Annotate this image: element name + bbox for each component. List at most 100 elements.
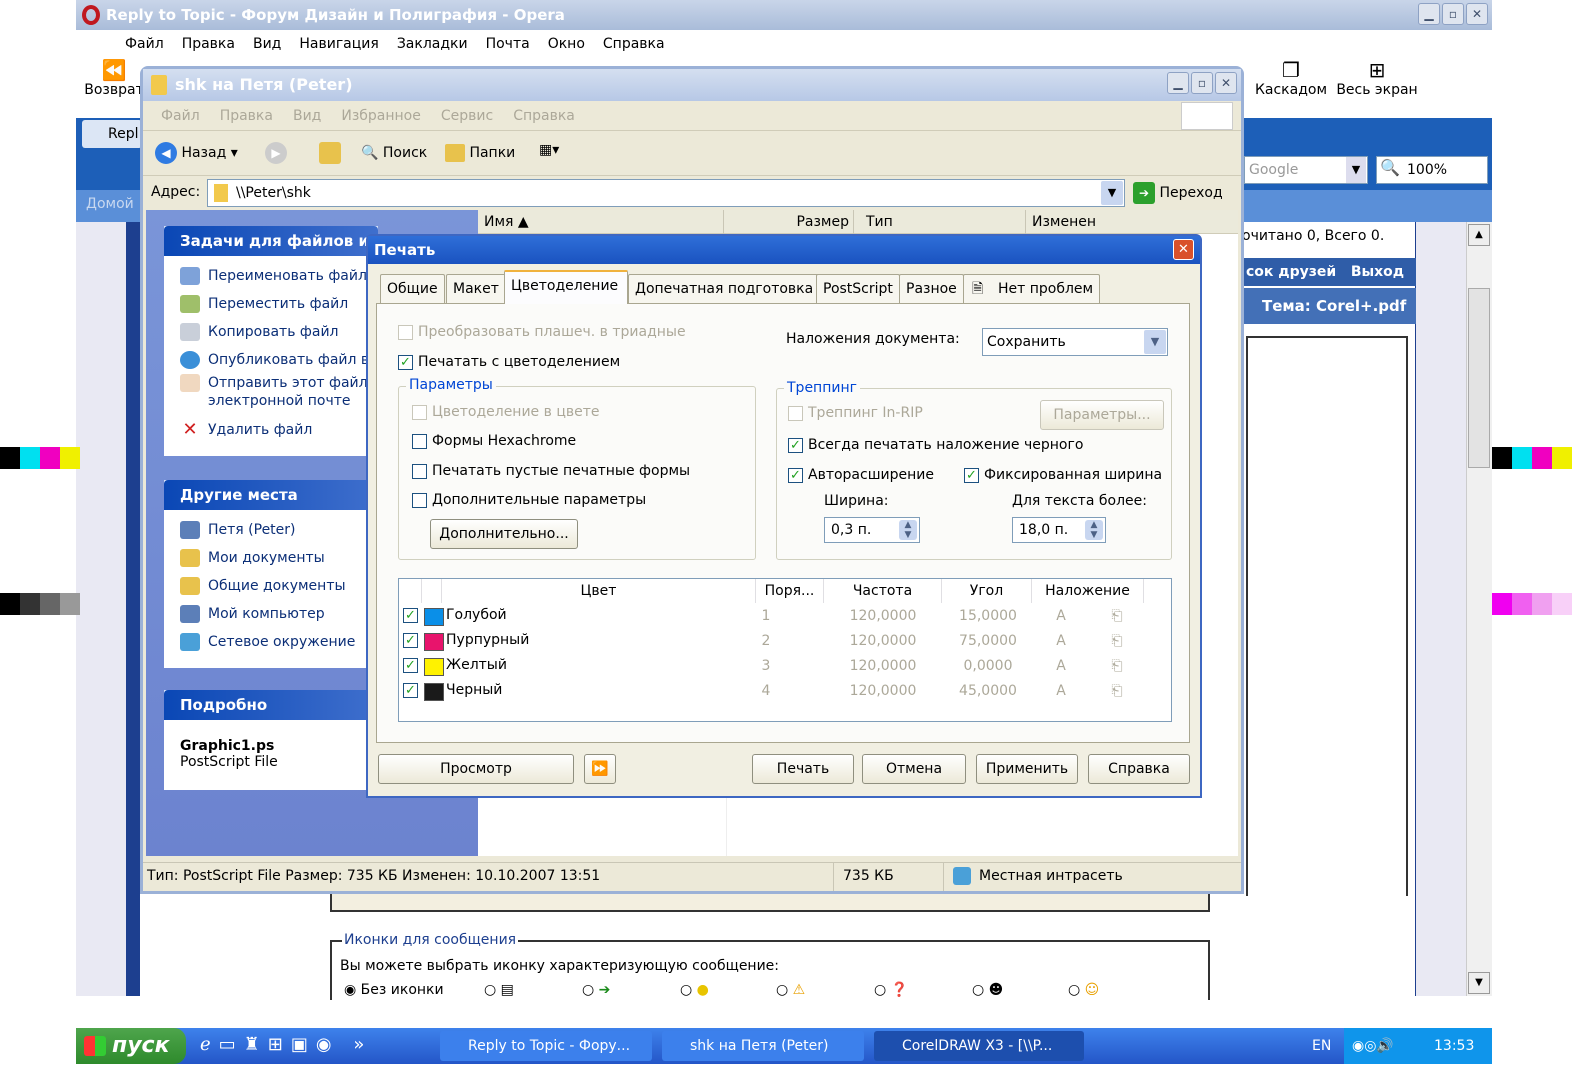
menu-view[interactable]: Вид <box>244 36 290 52</box>
exit-link[interactable]: Выход <box>1351 264 1404 280</box>
color-row-checkbox[interactable]: ✓ <box>403 608 418 623</box>
col-name[interactable]: Имя ▲ <box>484 210 724 234</box>
print-button[interactable]: Печать <box>752 754 854 784</box>
place-my-computer[interactable]: Мой компьютер <box>180 600 378 628</box>
overprint-graphics-icon[interactable]: ⎗ <box>1104 608 1130 624</box>
close-icon[interactable]: ✕ <box>1215 72 1237 94</box>
menu-help[interactable]: Справка <box>594 36 674 52</box>
explorer-menu-file[interactable]: Файл <box>151 108 210 124</box>
advanced-params-checkbox[interactable] <box>412 493 427 508</box>
menu-bookmarks[interactable]: Закладки <box>388 36 477 52</box>
place-shared-documents[interactable]: Общие документы <box>180 572 378 600</box>
cancel-button[interactable]: Отмена <box>862 754 966 784</box>
col-angle[interactable]: Угол <box>942 579 1032 603</box>
advanced-button[interactable]: Дополнительно... <box>430 519 578 549</box>
fixed-width-checkbox[interactable]: ✓ <box>964 468 979 483</box>
views-button[interactable]: ▦▾ <box>539 142 559 158</box>
scroll-up-icon[interactable]: ▲ <box>1468 224 1490 246</box>
col-color[interactable]: Цвет <box>442 579 756 603</box>
explorer-menu-help[interactable]: Справка <box>503 108 585 124</box>
close-icon[interactable]: ✕ <box>1466 3 1488 25</box>
overprint-graphics-icon[interactable]: ⎗ <box>1104 683 1130 699</box>
color-row-checkbox[interactable]: ✓ <box>403 633 418 648</box>
tab-general[interactable]: Общие <box>380 274 445 304</box>
address-input[interactable]: \\Peter\shk <box>207 179 1125 207</box>
delete-file-link[interactable]: ✕ Удалить файл <box>180 416 378 444</box>
color-row-checkbox[interactable]: ✓ <box>403 683 418 698</box>
icon-option-bulb[interactable]: ○ ● <box>680 982 709 998</box>
icon-option-smile[interactable]: ○ ☺ <box>1068 982 1099 998</box>
color-row-checkbox[interactable]: ✓ <box>403 658 418 673</box>
scroll-thumb[interactable] <box>1468 288 1490 468</box>
menu-file[interactable]: Файл <box>116 36 173 52</box>
forward-arrow-icon[interactable]: ▶ <box>265 142 287 164</box>
color-row[interactable]: ✓ Пурпурный 2 120,0000 75,0000 A ⎗ <box>400 629 1170 654</box>
sep-in-color-checkbox[interactable] <box>412 405 427 420</box>
color-row[interactable]: ✓ Желтый 3 120,0000 0,0000 A ⎗ <box>400 654 1170 679</box>
explorer-back-button[interactable]: ◀ Назад ▾ <box>155 140 238 166</box>
scroll-down-icon[interactable]: ▼ <box>1468 972 1490 994</box>
tab-postscript[interactable]: PostScript <box>816 274 900 304</box>
task-coreldraw[interactable]: CorelDRAW X3 - [\\P... <box>874 1031 1084 1061</box>
col-modified[interactable]: Изменен <box>1032 210 1232 234</box>
col-order[interactable]: Поря... <box>756 579 824 603</box>
place-network[interactable]: Сетевое окружение <box>180 628 378 656</box>
text-above-stepper[interactable]: 18,0 п. ▲ ▼ <box>1012 517 1106 543</box>
preview-button[interactable]: Просмотр <box>378 754 574 784</box>
close-icon[interactable]: ✕ <box>1173 239 1194 260</box>
overprint-graphics-icon[interactable]: ⎗ <box>1104 633 1130 649</box>
icon-option-question[interactable]: ○ ❓ <box>874 982 908 998</box>
home-link[interactable]: Домой <box>86 196 134 212</box>
maximize-icon[interactable]: ▫ <box>1442 3 1464 25</box>
maximize-icon[interactable]: ▫ <box>1191 72 1213 94</box>
overprint-text-icon[interactable]: A <box>1048 658 1074 674</box>
tab-layout[interactable]: Макет <box>446 274 506 304</box>
email-file-link[interactable]: Отправить этот файл электронной почте <box>180 374 378 416</box>
col-overprint[interactable]: Наложение <box>1032 579 1144 603</box>
icon-option-doc[interactable]: ○ ▤ <box>484 982 514 998</box>
always-black-checkbox[interactable]: ✓ <box>788 438 803 453</box>
color-row[interactable]: ✓ Голубой 1 120,0000 15,0000 A ⎗ <box>400 604 1170 629</box>
preview-expand-icon[interactable]: ⏩ <box>584 754 616 784</box>
overprint-text-icon[interactable]: A <box>1048 683 1074 699</box>
place-peter[interactable]: Петя (Peter) <box>180 516 378 544</box>
overprint-select[interactable]: Сохранить ▼ <box>982 328 1168 356</box>
language-indicator[interactable]: EN <box>1312 1028 1331 1064</box>
autospread-checkbox[interactable]: ✓ <box>788 468 803 483</box>
move-file-link[interactable]: Переместить файл <box>180 290 378 318</box>
print-empty-checkbox[interactable] <box>412 464 427 479</box>
menu-window[interactable]: Окно <box>539 36 594 52</box>
address-dropdown-icon[interactable]: ▼ <box>1101 181 1123 205</box>
task-explorer[interactable]: shk на Петя (Peter) <box>662 1031 864 1061</box>
minimize-icon[interactable]: ▁ <box>1167 72 1189 94</box>
menu-mail[interactable]: Почта <box>477 36 539 52</box>
in-rip-checkbox[interactable] <box>788 406 803 421</box>
menu-edit[interactable]: Правка <box>173 36 244 52</box>
explorer-menu-edit[interactable]: Правка <box>210 108 283 124</box>
rename-file-link[interactable]: Переименовать файл <box>180 262 378 290</box>
up-folder-icon[interactable] <box>319 142 341 164</box>
spinner-icon[interactable]: ▲ ▼ <box>899 520 917 540</box>
explorer-menu-view[interactable]: Вид <box>283 108 331 124</box>
search-dropdown-icon[interactable]: ▼ <box>1346 157 1366 183</box>
go-button[interactable]: ➔ Переход <box>1133 180 1223 206</box>
folders-button[interactable]: Папки <box>445 140 515 166</box>
search-button[interactable]: 🔍 Поиск <box>361 140 427 166</box>
convert-spot-checkbox[interactable] <box>398 325 413 340</box>
col-frequency[interactable]: Частота <box>824 579 942 603</box>
tray-icons[interactable]: ◉◎🔊 <box>1352 1028 1394 1064</box>
menu-navigation[interactable]: Навигация <box>290 36 387 52</box>
width-stepper[interactable]: 0,3 п. ▲ ▼ <box>824 517 920 543</box>
color-row[interactable]: ✓ Черный 4 120,0000 45,0000 A ⎗ <box>400 679 1170 704</box>
overprint-graphics-icon[interactable]: ⎗ <box>1104 658 1130 674</box>
explorer-menu-favorites[interactable]: Избранное <box>331 108 431 124</box>
start-button[interactable]: пуск <box>76 1028 186 1064</box>
place-my-documents[interactable]: Мои документы <box>180 544 378 572</box>
help-button[interactable]: Справка <box>1088 754 1190 784</box>
tab-reply[interactable]: Repl <box>82 120 142 148</box>
spinner-icon[interactable]: ▲ ▼ <box>1085 520 1103 540</box>
quick-launch[interactable]: ℯ▭♜⊞▣◉ » <box>200 1034 372 1055</box>
col-size[interactable]: Размер <box>728 210 854 234</box>
task-opera[interactable]: Reply to Topic - Фору... <box>440 1031 652 1061</box>
overprint-text-icon[interactable]: A <box>1048 608 1074 624</box>
